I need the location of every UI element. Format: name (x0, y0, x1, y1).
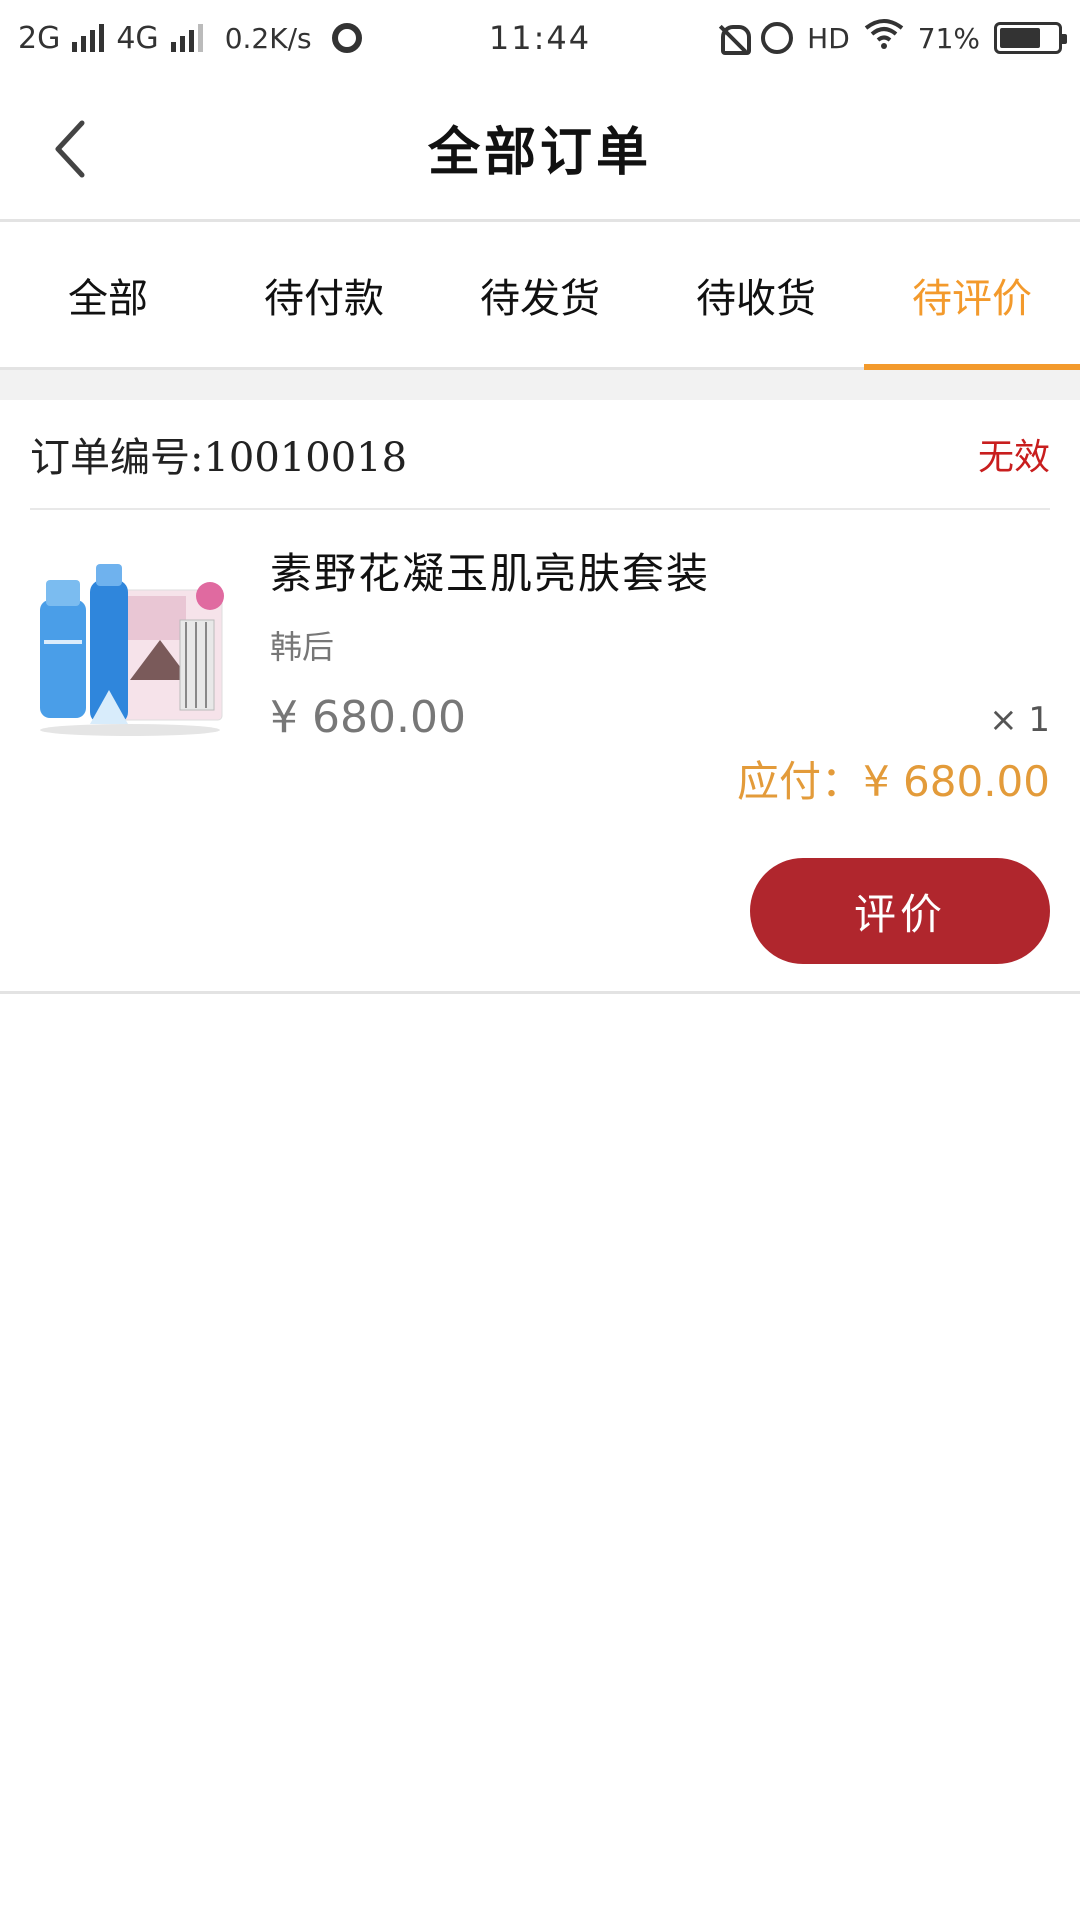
network-4g-label: 4G (116, 20, 159, 56)
review-button[interactable]: 评价 (750, 858, 1050, 964)
network-indicators: 2G 4G 0.2K/s (18, 21, 362, 56)
back-button[interactable] (40, 116, 100, 182)
tab-pending-review[interactable]: 待评价 (864, 222, 1080, 370)
back-arrow-icon (55, 120, 85, 178)
payable-amount: 应付：¥ 680.00 (736, 757, 1050, 806)
network-speed: 0.2K/s (224, 21, 312, 55)
system-indicators: HD 71% (717, 18, 1067, 58)
clock: 11:44 (488, 19, 592, 57)
app-header: 全部订单 (0, 76, 1080, 222)
network-2g-label: 2G (18, 20, 61, 56)
order-header: 订单编号:10010018 无效 (30, 400, 1050, 510)
tab-pending-receipt[interactable]: 待收货 (648, 222, 864, 367)
page-title: 全部订单 (427, 122, 652, 183)
order-status-badge: 无效 (977, 437, 1050, 478)
order-number: 订单编号:10010018 (30, 435, 408, 481)
app-notification-icon (331, 23, 362, 53)
battery-percent: 71% (917, 21, 980, 55)
product-quantity: × 1 (989, 700, 1050, 740)
tab-pending-shipment[interactable]: 待发货 (432, 222, 648, 367)
section-divider (0, 370, 1080, 400)
mute-icon (717, 23, 752, 55)
battery-icon (994, 22, 1067, 54)
signal-strength-icon (170, 24, 203, 52)
order-tabs: 全部 待付款 待发货 待收货 待评价 (0, 222, 1080, 370)
product-brand: 韩后 (270, 628, 335, 666)
product-image[interactable] (30, 560, 230, 740)
product-name[interactable]: 素野花凝玉肌亮肤套装 (270, 540, 710, 601)
signal-strength-icon (72, 24, 105, 52)
battery-fill (1000, 28, 1040, 48)
status-bar: 2G 4G 0.2K/s 11:44 HD 71% (0, 0, 1080, 76)
tab-all[interactable]: 全部 (0, 222, 216, 367)
alarm-icon (761, 22, 794, 54)
order-card: 订单编号:10010018 无效 素野花凝玉肌亮肤套装 韩后 ¥ 680.00 … (0, 400, 1080, 994)
wifi-icon (864, 18, 904, 58)
tab-pending-payment[interactable]: 待付款 (216, 222, 432, 367)
hd-indicator: HD (807, 21, 850, 55)
product-price: ¥ 680.00 (270, 692, 466, 743)
